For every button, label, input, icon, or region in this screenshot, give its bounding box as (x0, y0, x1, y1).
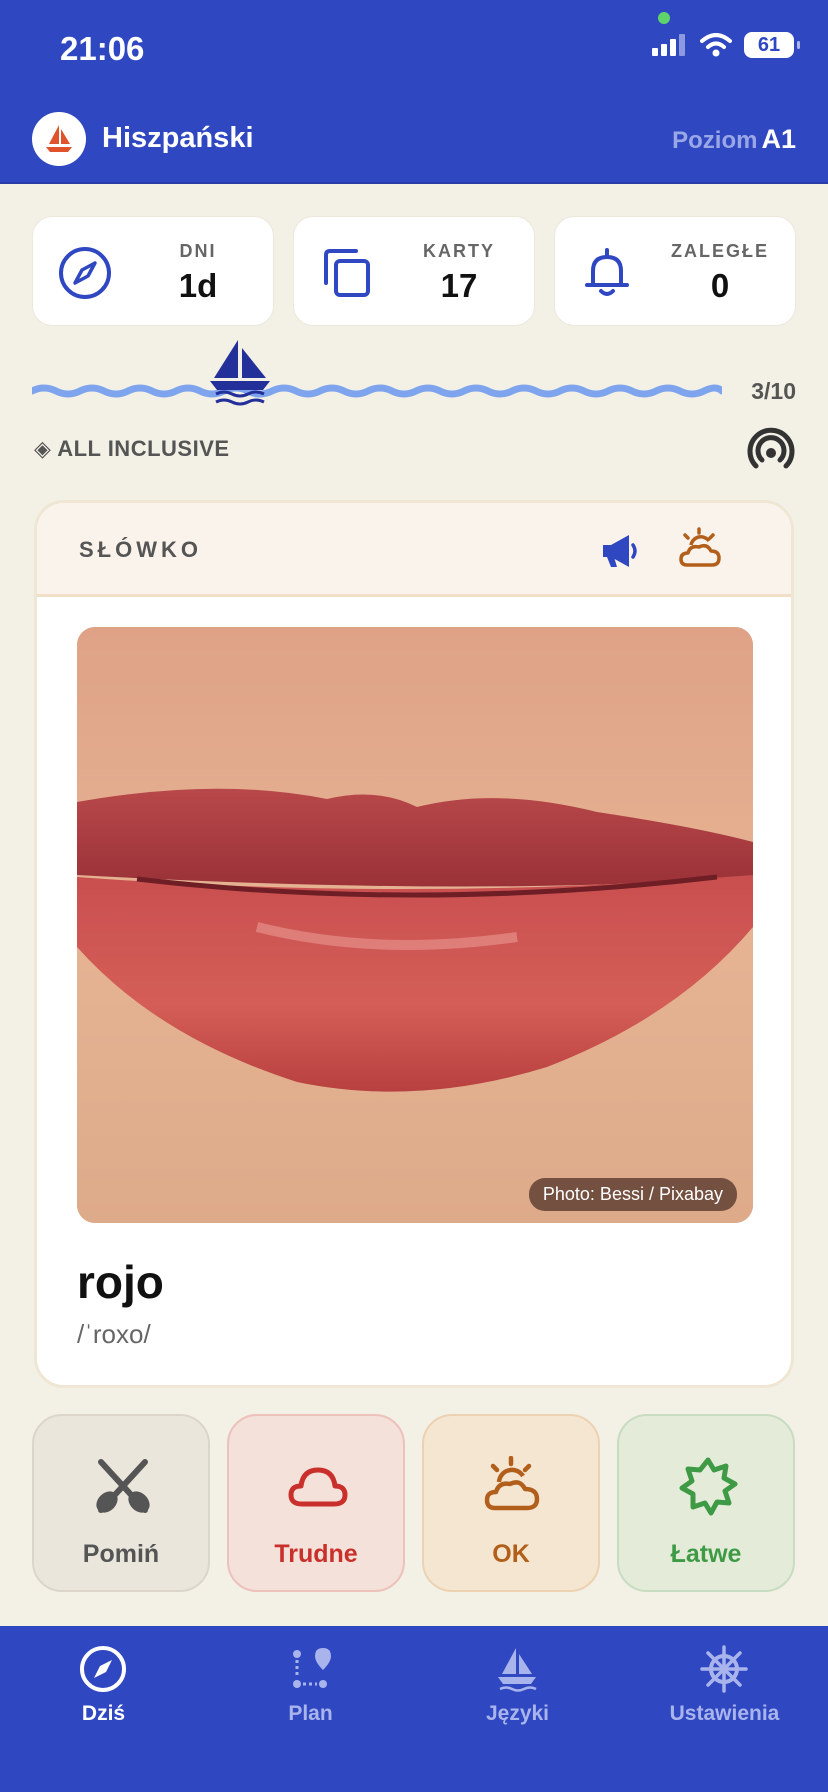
answer-label: Pomiń (82, 1540, 160, 1568)
word-photo: Photo: Bessi / Pixabay (77, 627, 753, 1223)
tab-languages[interactable]: Języki (414, 1626, 621, 1746)
wave-line (32, 384, 722, 398)
sun-cloud-icon[interactable] (677, 525, 725, 573)
hard-button[interactable]: Trudne (227, 1414, 405, 1592)
cards-icon (324, 249, 370, 297)
tab-label: Plan (288, 1702, 333, 1725)
level-indicator: Poziom A1 (672, 124, 796, 155)
lips-image (77, 627, 753, 1223)
cloud-icon (288, 1467, 348, 1507)
tab-label: Dziś (81, 1702, 126, 1725)
stat-value: 0 (710, 267, 730, 304)
answer-label: OK (492, 1540, 530, 1568)
ok-button[interactable]: OK (422, 1414, 600, 1592)
tab-settings[interactable]: Ustawienia (621, 1626, 828, 1746)
stat-cards[interactable]: KARTY 17 (293, 216, 535, 326)
sailboat-icon (498, 1648, 537, 1692)
oars-icon (96, 1459, 150, 1513)
stat-label: ZALEGŁE (671, 241, 769, 261)
progress-count: 3/10 (751, 378, 796, 404)
stat-value: 17 (440, 267, 478, 304)
card-pronunciation: /ˈroxo/ (77, 1319, 151, 1349)
privacy-indicator (658, 12, 670, 24)
app-title: Hiszpański (102, 122, 254, 154)
app-header: Hiszpański Poziom A1 (0, 100, 828, 184)
easy-button[interactable]: Łatwe (617, 1414, 795, 1592)
progress-wave (32, 340, 722, 406)
signal-icon (652, 34, 685, 56)
compass-icon (59, 247, 111, 299)
bell-icon (585, 248, 629, 296)
sailboat-icon (32, 112, 86, 166)
battery-icon: 61 (744, 32, 800, 58)
stat-value: 1d (178, 267, 218, 304)
tab-label: Ustawienia (669, 1702, 780, 1725)
helm-icon (700, 1645, 748, 1693)
card-kind: SŁÓWKO (79, 537, 202, 562)
wifi-icon (700, 33, 732, 57)
status-time: 21:06 (60, 30, 145, 67)
broadcast-icon[interactable] (744, 424, 798, 478)
stat-label: KARTY (423, 241, 495, 261)
flashcard: SŁÓWKO Photo: Bessi / Pixabay rojo /ˈrox… (34, 500, 794, 1388)
level-value: A1 (761, 124, 796, 154)
tab-today[interactable]: Dziś (0, 1626, 207, 1746)
answer-buttons: Pomiń Trudne OK Łatwe (32, 1414, 796, 1592)
stat-label: DNI (179, 241, 217, 261)
sun-cloud-icon (484, 1456, 540, 1511)
stat-overdue[interactable]: ZALEGŁE 0 (554, 216, 796, 326)
plan-tag: ◈ ALL INCLUSIVE (34, 436, 230, 461)
stat-days[interactable]: DNI 1d (32, 216, 274, 326)
answer-label: Trudne (274, 1540, 358, 1568)
star-icon (679, 1457, 738, 1516)
tab-bar: Dziś Plan Języki Ustawienia (0, 1626, 828, 1792)
tab-plan[interactable]: Plan (207, 1626, 414, 1746)
skip-button[interactable]: Pomiń (32, 1414, 210, 1592)
photo-credit: Photo: Bessi / Pixabay (528, 1178, 737, 1211)
stats-row: DNI 1d KARTY 17 ZALEGŁE 0 (32, 216, 796, 326)
megaphone-icon[interactable] (595, 527, 643, 575)
level-label: Poziom (672, 127, 758, 154)
tab-label: Języki (485, 1702, 550, 1725)
route-icon (293, 1648, 331, 1688)
card-word: rojo (77, 1256, 164, 1308)
status-bar: 21:06 61 (0, 0, 828, 100)
compass-icon (80, 1646, 126, 1692)
card-header: SŁÓWKO (37, 503, 791, 597)
answer-label: Łatwe (670, 1540, 742, 1568)
status-icons: 61 (652, 32, 800, 58)
